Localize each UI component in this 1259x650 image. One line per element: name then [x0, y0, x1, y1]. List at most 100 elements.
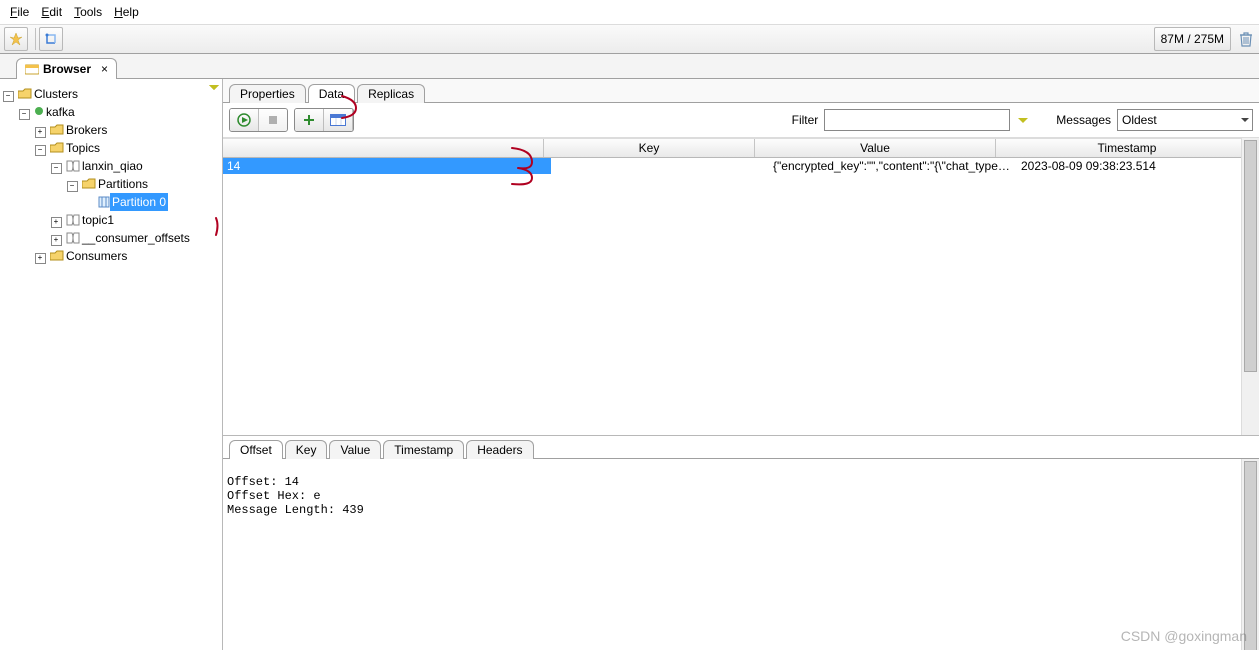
- stop-button[interactable]: [259, 109, 287, 131]
- table-row[interactable]: 14 {"encrypted_key":"","content":"{\"cha…: [223, 158, 1259, 174]
- detail-scrollbar[interactable]: [1241, 459, 1259, 650]
- play-icon: [237, 113, 251, 127]
- play-button[interactable]: [230, 109, 259, 131]
- filter-input[interactable]: [824, 109, 1010, 131]
- close-icon[interactable]: ×: [101, 62, 108, 76]
- tab-key[interactable]: Key: [285, 440, 328, 459]
- folder-open-icon: [50, 142, 64, 154]
- sidebar: − Clusters − kafka + Brokers − Topics − …: [0, 79, 223, 650]
- col-blank[interactable]: [223, 139, 544, 157]
- trash-button[interactable]: [1237, 30, 1255, 48]
- col-key[interactable]: Key: [544, 139, 755, 157]
- twist-brokers[interactable]: +: [35, 127, 46, 138]
- menu-file[interactable]: File: [4, 3, 35, 21]
- spark-button[interactable]: [4, 27, 28, 51]
- main-split: − Clusters − kafka + Brokers − Topics − …: [0, 79, 1259, 650]
- detail-tabstrip: Offset Key Value Timestamp Headers: [223, 436, 1259, 459]
- cell-offset: 14: [223, 158, 551, 174]
- twist-topics[interactable]: −: [35, 145, 46, 156]
- content-pane: Properties Data Replicas Add Single Mess…: [223, 79, 1259, 650]
- memory-indicator[interactable]: 87M / 275M: [1154, 27, 1231, 51]
- messages-label: Messages: [1056, 113, 1111, 127]
- detail-pane[interactable]: Offset: 14 Offset Hex: e Message Length:…: [223, 459, 1259, 650]
- topic-icon: [66, 160, 80, 172]
- tab-properties-label: Properties: [240, 87, 295, 101]
- tree: − Clusters − kafka + Brokers − Topics − …: [0, 79, 222, 267]
- filter-apply-icon[interactable]: [1016, 113, 1030, 127]
- show-headers-button[interactable]: [324, 109, 353, 131]
- grid-header: Key Value Timestamp: [223, 138, 1259, 158]
- cell-key: [551, 158, 769, 174]
- outer-tabstrip: Browser ×: [0, 54, 1259, 79]
- main-toolbar: 87M / 275M: [0, 24, 1259, 54]
- toolbar-separator: [35, 28, 36, 50]
- add-group: Add Single Message Add Multiple Messages: [294, 108, 354, 132]
- detail-line3: Message Length: 439: [227, 503, 364, 517]
- twist-consumers[interactable]: +: [35, 253, 46, 264]
- partition-icon: [98, 196, 110, 208]
- menu-help[interactable]: Help: [108, 3, 145, 21]
- folder-open-icon: [82, 178, 96, 190]
- table-icon: [330, 114, 346, 126]
- refresh-button[interactable]: [39, 27, 63, 51]
- tree-kafka[interactable]: kafka: [44, 103, 77, 121]
- data-toolbar: Add Single Message Add Multiple Messages…: [223, 103, 1259, 138]
- folder-icon: [50, 124, 64, 136]
- browser-tab-icon: [25, 63, 39, 75]
- messages-value: Oldest: [1122, 113, 1157, 127]
- tree-lanxin[interactable]: lanxin_qiao: [80, 157, 145, 175]
- tree-topic1[interactable]: topic1: [80, 211, 116, 229]
- menu-tools[interactable]: Tools: [68, 3, 108, 21]
- tree-consumers[interactable]: Consumers: [64, 247, 129, 265]
- trash-icon: [1239, 31, 1253, 47]
- tree-brokers[interactable]: Brokers: [64, 121, 109, 139]
- tab-headers[interactable]: Headers: [466, 440, 533, 459]
- twist-partitions[interactable]: −: [67, 181, 78, 192]
- filter-label: Filter: [792, 113, 819, 127]
- menu-bar: File Edit Tools Help: [0, 0, 1259, 24]
- tab-browser[interactable]: Browser ×: [16, 58, 117, 79]
- menu-edit[interactable]: Edit: [35, 3, 68, 21]
- tree-topics[interactable]: Topics: [64, 139, 102, 157]
- messages-grid: Key Value Timestamp 14 {"encrypted_key":…: [223, 138, 1259, 436]
- tab-offset[interactable]: Offset: [229, 440, 283, 459]
- refresh-icon: [44, 32, 58, 46]
- twist-coff[interactable]: +: [51, 235, 62, 246]
- col-timestamp[interactable]: Timestamp: [996, 139, 1259, 157]
- tree-consumer-offsets[interactable]: __consumer_offsets: [80, 229, 192, 247]
- tab-timestamp[interactable]: Timestamp: [383, 440, 464, 459]
- grid-scrollbar[interactable]: [1241, 138, 1259, 435]
- twist-clusters[interactable]: −: [3, 91, 14, 102]
- tab-value[interactable]: Value: [329, 440, 381, 459]
- tab-browser-label: Browser: [43, 62, 91, 76]
- sidebar-menu-icon[interactable]: [208, 81, 220, 96]
- cell-ts: 2023-08-09 09:38:23.514: [1017, 158, 1259, 174]
- folder-open-icon: [18, 88, 32, 100]
- cell-value: {"encrypted_key":"","content":"{\"chat_t…: [769, 158, 1017, 174]
- tree-partition0[interactable]: Partition 0: [110, 193, 168, 211]
- detail-line2: Offset Hex: e: [227, 489, 321, 503]
- tab-data[interactable]: Data: [308, 84, 355, 103]
- tab-replicas-label: Replicas: [368, 87, 414, 101]
- col-value[interactable]: Value: [755, 139, 996, 157]
- twist-kafka[interactable]: −: [19, 109, 30, 120]
- twist-lanxin[interactable]: −: [51, 163, 62, 174]
- tab-data-label: Data: [319, 87, 344, 101]
- run-group: [229, 108, 288, 132]
- inner-tabstrip: Properties Data Replicas: [223, 79, 1259, 103]
- tree-partitions[interactable]: Partitions: [96, 175, 150, 193]
- plus-icon: [302, 113, 316, 127]
- tab-replicas[interactable]: Replicas: [357, 84, 425, 103]
- tree-clusters[interactable]: Clusters: [32, 85, 80, 103]
- memory-text: 87M / 275M: [1161, 32, 1224, 46]
- status-dot-icon: [34, 103, 44, 121]
- messages-select[interactable]: Oldest: [1117, 109, 1253, 131]
- tab-properties[interactable]: Properties: [229, 84, 306, 103]
- folder-icon: [50, 250, 64, 262]
- chevron-down-icon: [1240, 115, 1250, 125]
- stop-icon: [267, 114, 279, 126]
- detail-line1: Offset: 14: [227, 475, 299, 489]
- topic-icon: [66, 232, 80, 244]
- add-button[interactable]: [295, 109, 324, 131]
- twist-topic1[interactable]: +: [51, 217, 62, 228]
